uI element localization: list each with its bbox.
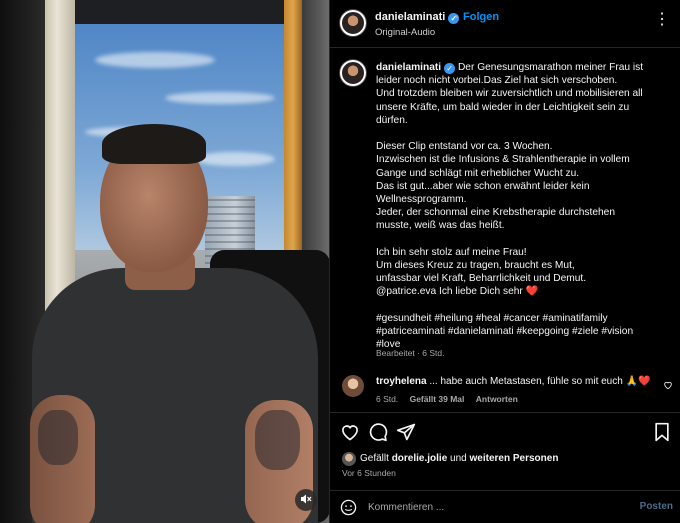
more-options-icon[interactable]: ⋮ (654, 12, 671, 28)
comment-text: ... habe auch Metastasen, fühle so mit e… (429, 376, 651, 387)
likes-others-link[interactable]: weiteren Personen (470, 453, 559, 464)
reply-button[interactable]: Antworten (476, 394, 518, 404)
caption-line: dürfen. (376, 114, 408, 126)
verified-badge-icon: ✓ (444, 63, 456, 74)
caption-line: unfassbar viel Kraft, Beharrlichkeit und… (376, 273, 587, 285)
liker-avatar[interactable] (342, 452, 356, 466)
caption-line: Um dieses Kreuz zu tragen, braucht es Mu… (376, 260, 575, 272)
comment-icon[interactable] (368, 422, 388, 445)
speaker-muted-icon (300, 493, 312, 508)
caption-line: Der Genesungsmarathon meiner Frau ist (457, 62, 644, 73)
caption-line: musste, weiß was das heißt. (376, 220, 505, 232)
share-icon[interactable] (396, 422, 416, 445)
caption-line: Wellnessprogramm. (376, 194, 467, 206)
caption-line: Ich bin sehr stolz auf meine Frau! (376, 246, 527, 258)
post-caption: danielaminati ✓ Der Genesungsmarathon mei… (330, 48, 680, 363)
username-link[interactable]: danielaminati (375, 11, 445, 23)
comment-composer: Posten (330, 490, 680, 523)
caption-line: Und trotzdem bleiben wir zuversichtlich … (376, 88, 643, 100)
hashtags-line[interactable]: #patriceaminati #danielaminati #keepgoin… (376, 325, 666, 338)
person-hair (102, 124, 206, 164)
liker-username[interactable]: dorelie.jolie (392, 453, 448, 464)
caption-line: Inzwischen ist die Infusions & Strahlent… (376, 154, 630, 166)
comment-input[interactable] (368, 497, 618, 517)
reel-video[interactable] (0, 0, 329, 523)
post-time: Vor 6 Stunden (342, 468, 396, 478)
person-arm-left (30, 395, 95, 523)
caption-line: leider noch nicht vorbei.Das Ziel hat si… (376, 75, 618, 87)
follow-button[interactable]: Folgen (463, 11, 499, 23)
caption-line: unsere Kräfte, um bald wieder in der Lei… (376, 101, 630, 113)
post-comment-button[interactable]: Posten (640, 501, 673, 512)
caption-line: Gange und schlägt mit erheblicher Wucht … (376, 167, 580, 179)
comment-item: troyhelena ... habe auch Metastasen, füh… (330, 370, 680, 414)
comment-time: 6 Std. (376, 394, 399, 404)
caption-text: danielaminati ✓ Der Genesungsmarathon mei… (376, 61, 666, 351)
caption-line: Dieser Clip entstand vor ca. 3 Wochen. (376, 141, 553, 153)
comment-like-heart-icon[interactable] (663, 380, 673, 393)
heart-icon[interactable] (340, 422, 360, 445)
likes-summary: Gefällt dorelie.jolie und weiteren Perso… (330, 450, 680, 490)
post-side-panel: danielaminati ✓ • Folgen Original-Audio ⋮… (329, 0, 680, 523)
caption-username[interactable]: danielaminati (376, 62, 441, 73)
caption-line: @patrice.eva Ich liebe Dich sehr (376, 286, 523, 298)
caption-avatar[interactable] (340, 60, 366, 86)
comment-likes-link[interactable]: Gefällt 39 Mal (410, 394, 465, 404)
audio-link[interactable]: Original-Audio (375, 27, 435, 38)
likes-prefix: Gefällt (360, 453, 389, 464)
bookmark-icon[interactable] (653, 422, 671, 445)
action-bar (330, 412, 680, 450)
avatar[interactable] (340, 10, 366, 36)
red-heart-icon: ❤️ (525, 286, 539, 298)
window-frame-top (75, 0, 287, 24)
caption-line: Jeder, der schonmal eine Krebstherapie d… (376, 207, 615, 219)
commenter-username[interactable]: troyhelena (376, 376, 427, 387)
caption-meta: Bearbeitet · 6 Std. (376, 348, 445, 358)
separator-dot: • (455, 11, 459, 23)
caption-line: Das ist gut...aber wie schon erwähnt lei… (376, 180, 590, 192)
hashtags-line[interactable]: #gesundheit #heilung #heal #cancer #amin… (376, 312, 666, 325)
emoji-icon[interactable] (340, 499, 357, 519)
commenter-avatar[interactable] (342, 375, 364, 397)
post-header: danielaminati ✓ • Folgen Original-Audio ⋮ (330, 0, 680, 48)
likes-middle: und (450, 453, 467, 464)
mute-button[interactable] (295, 489, 317, 511)
